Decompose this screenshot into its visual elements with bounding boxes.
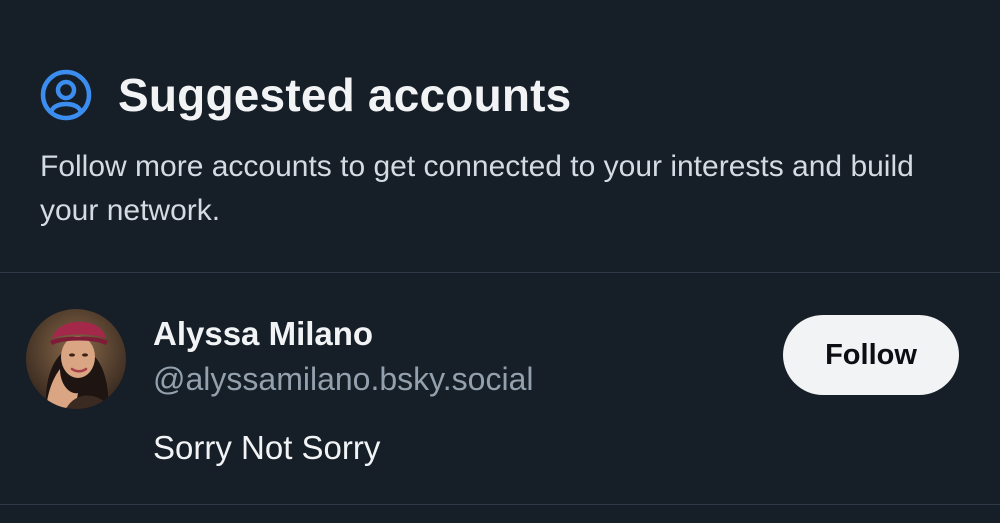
title-row: Suggested accounts: [40, 60, 960, 130]
suggested-account-row[interactable]: Alyssa Milano @alyssamilano.bsky.social …: [0, 273, 1000, 504]
section-title: Suggested accounts: [118, 69, 572, 121]
account-name[interactable]: Alyssa Milano: [153, 315, 373, 353]
account-handle[interactable]: @alyssamilano.bsky.social: [153, 361, 533, 398]
suggested-accounts-header: Suggested accounts: [40, 60, 960, 130]
account-bio: Sorry Not Sorry: [153, 429, 381, 466]
section-subtitle: Follow more accounts to get connected to…: [40, 150, 914, 227]
follow-button[interactable]: Follow: [783, 315, 959, 395]
avatar[interactable]: [26, 309, 126, 409]
divider: [0, 504, 1000, 505]
user-circle-icon: [40, 69, 92, 121]
